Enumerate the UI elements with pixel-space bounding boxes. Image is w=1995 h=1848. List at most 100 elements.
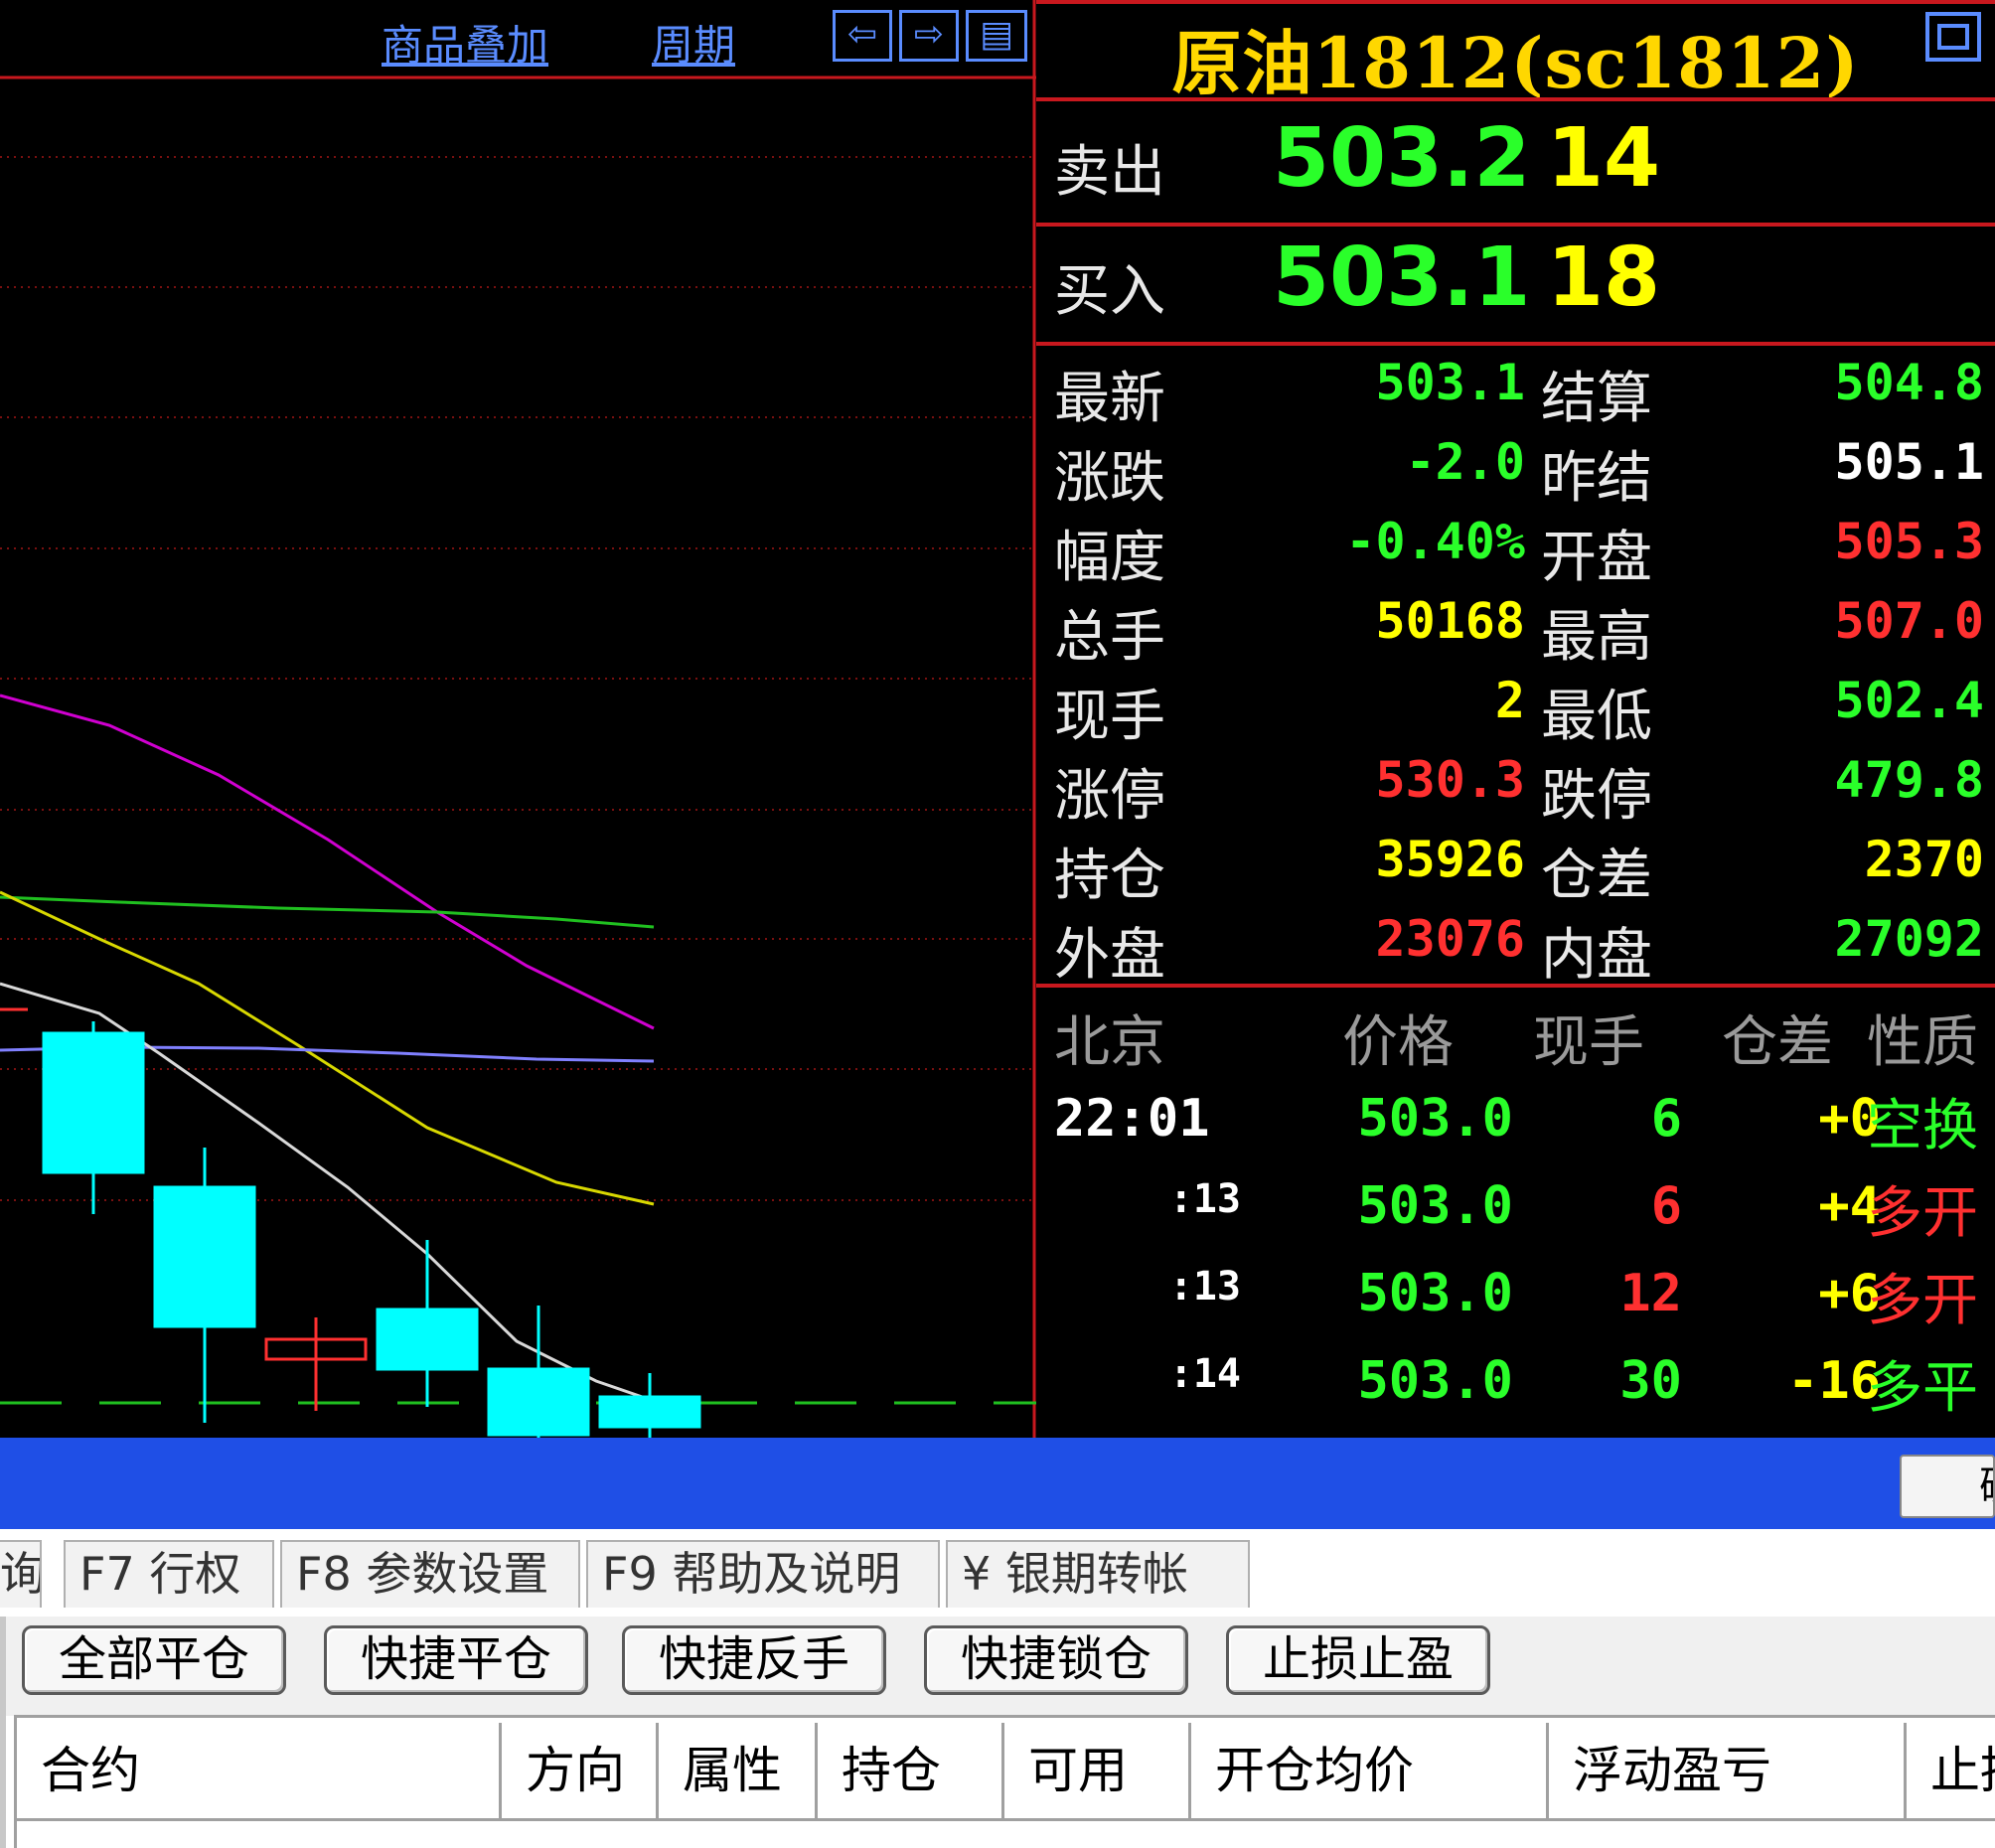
col-open-avg-price[interactable]: 开仓均价 [1191, 1723, 1549, 1818]
tick-header: 价格 [1342, 1010, 1454, 1075]
confirm-button[interactable]: 确 [1900, 1455, 1995, 1518]
tick-nature: 空换 [1867, 1094, 1978, 1158]
stat-value: 507.0 [1834, 592, 1984, 650]
tick-oi-change: +0 [1818, 1089, 1881, 1149]
stat-value: 504.8 [1834, 354, 1984, 411]
candle-body [487, 1367, 590, 1437]
tick-volume: 30 [1619, 1351, 1682, 1411]
candle-body [376, 1308, 479, 1371]
tab-f8-settings[interactable]: F8 参数设置 [280, 1540, 580, 1608]
tick-price: 503.0 [1357, 1089, 1513, 1149]
col-available[interactable]: 可用 [1004, 1723, 1191, 1818]
col-attribute[interactable]: 属性 [659, 1723, 818, 1818]
stat-value: 35926 [1375, 831, 1525, 888]
scroll-left-icon[interactable]: ⇦ [833, 10, 892, 62]
stat-label: 结算 [1541, 367, 1652, 431]
quick-lock-button[interactable]: 快捷锁仓 [924, 1625, 1188, 1695]
stat-value: 530.3 [1375, 751, 1525, 809]
tick-time: :14 [1168, 1351, 1241, 1397]
stat-label: 外盘 [1054, 923, 1165, 988]
tick-volume: 6 [1650, 1176, 1682, 1236]
stat-value: 23076 [1375, 910, 1525, 968]
stat-value: 503.1 [1375, 354, 1525, 411]
tick-header: 北京 [1054, 1010, 1165, 1075]
candle-body [42, 1031, 145, 1174]
tick-time: :13 [1168, 1176, 1241, 1222]
quick-reverse-button[interactable]: 快捷反手 [622, 1625, 886, 1695]
stat-label: 仓差 [1541, 844, 1652, 908]
tick-price: 503.0 [1357, 1351, 1513, 1411]
status-bar [0, 1438, 1995, 1529]
stat-label: 幅度 [1054, 526, 1165, 590]
tick-oi-change: +6 [1818, 1264, 1881, 1323]
scroll-right-icon[interactable]: ⇨ [899, 10, 959, 62]
stat-value: -0.40% [1345, 513, 1525, 570]
col-contract[interactable]: 合约 [17, 1723, 502, 1818]
tick-time: :13 [1168, 1264, 1241, 1309]
tick-header: 仓差 [1722, 1010, 1833, 1075]
stat-label: 持仓 [1054, 844, 1165, 908]
tick-volume: 12 [1619, 1264, 1682, 1323]
tab-f7-exercise[interactable]: F7 行权 [64, 1540, 274, 1608]
quick-close-button[interactable]: 快捷平仓 [324, 1625, 588, 1695]
kline-chart-canvas[interactable] [0, 0, 1036, 1438]
ask-price: 503.2 [1273, 111, 1531, 206]
stat-label: 开盘 [1541, 526, 1652, 590]
tick-nature: 多开 [1867, 1269, 1978, 1333]
tick-nature: 多开 [1867, 1181, 1978, 1246]
stat-value: 2370 [1864, 831, 1984, 888]
ask-label: 卖出 [1054, 140, 1165, 205]
ma-line-magenta [0, 693, 655, 1030]
col-direction[interactable]: 方向 [502, 1723, 659, 1818]
stat-value: 2 [1494, 672, 1525, 729]
col-position[interactable]: 持仓 [818, 1723, 1004, 1818]
bid-volume: 18 [1547, 231, 1661, 325]
stat-label: 内盘 [1541, 923, 1652, 988]
stat-label: 最高 [1541, 605, 1652, 670]
left-edge [0, 1617, 6, 1848]
stat-label: 最低 [1541, 685, 1652, 749]
ask-volume: 14 [1547, 111, 1661, 206]
ma-line-green [0, 895, 655, 929]
tab-bank-transfer[interactable]: ¥ 银期转帐 [946, 1540, 1250, 1608]
stat-value: 502.4 [1834, 672, 1984, 729]
stat-label: 跌停 [1541, 764, 1652, 829]
candle-body [598, 1395, 701, 1429]
tick-oi-change: -16 [1787, 1351, 1881, 1411]
stat-label: 涨停 [1054, 764, 1165, 829]
tick-header: 现手 [1533, 1010, 1644, 1075]
tick-time: 22:01 [1054, 1089, 1210, 1149]
tick-price: 503.0 [1357, 1264, 1513, 1323]
close-all-button[interactable]: 全部平仓 [22, 1625, 286, 1695]
contract-title: 原油1812(sc1812) [1171, 22, 1860, 104]
tick-oi-change: +4 [1818, 1176, 1881, 1236]
tick-nature: 多平 [1867, 1356, 1978, 1421]
stat-value: 27092 [1834, 910, 1984, 968]
stop-loss-profit-button[interactable]: 止损止盈 [1226, 1625, 1490, 1695]
kline-chart-panel[interactable]: 商品叠加 周期 ⇦ ⇨ ▤ [0, 0, 1036, 1438]
maximize-icon[interactable] [1925, 12, 1981, 62]
candle-body [153, 1185, 256, 1328]
tick-volume: 6 [1650, 1089, 1682, 1149]
tab-f9-help[interactable]: F9 帮助及说明 [586, 1540, 940, 1608]
quote-panel: 原油1812(sc1812) 卖出 503.2 14 买入 503.1 18 最… [1036, 0, 1995, 1438]
bid-price: 503.1 [1273, 231, 1531, 325]
stat-value: 505.1 [1834, 433, 1984, 491]
stat-value: 50168 [1375, 592, 1525, 650]
stat-value: 505.3 [1834, 513, 1984, 570]
tick-price: 503.0 [1357, 1176, 1513, 1236]
col-floating-pnl[interactable]: 浮动盈亏 [1549, 1723, 1907, 1818]
stat-label: 涨跌 [1054, 446, 1165, 511]
col-stop-loss[interactable]: 止损 [1907, 1723, 1995, 1818]
stat-label: 昨结 [1541, 446, 1652, 511]
overlay-commodity-link[interactable]: 商品叠加 [382, 12, 548, 73]
stat-label: 最新 [1054, 367, 1165, 431]
layout-toggle-icon[interactable]: ▤ [966, 10, 1027, 62]
stat-label: 现手 [1054, 685, 1165, 749]
period-link[interactable]: 周期 [652, 12, 735, 73]
tab-query[interactable]: 询 [0, 1540, 42, 1608]
stat-value: -2.0 [1405, 433, 1525, 491]
tick-header: 性质 [1867, 1010, 1978, 1075]
stat-label: 总手 [1054, 605, 1165, 670]
stat-value: 479.8 [1834, 751, 1984, 809]
